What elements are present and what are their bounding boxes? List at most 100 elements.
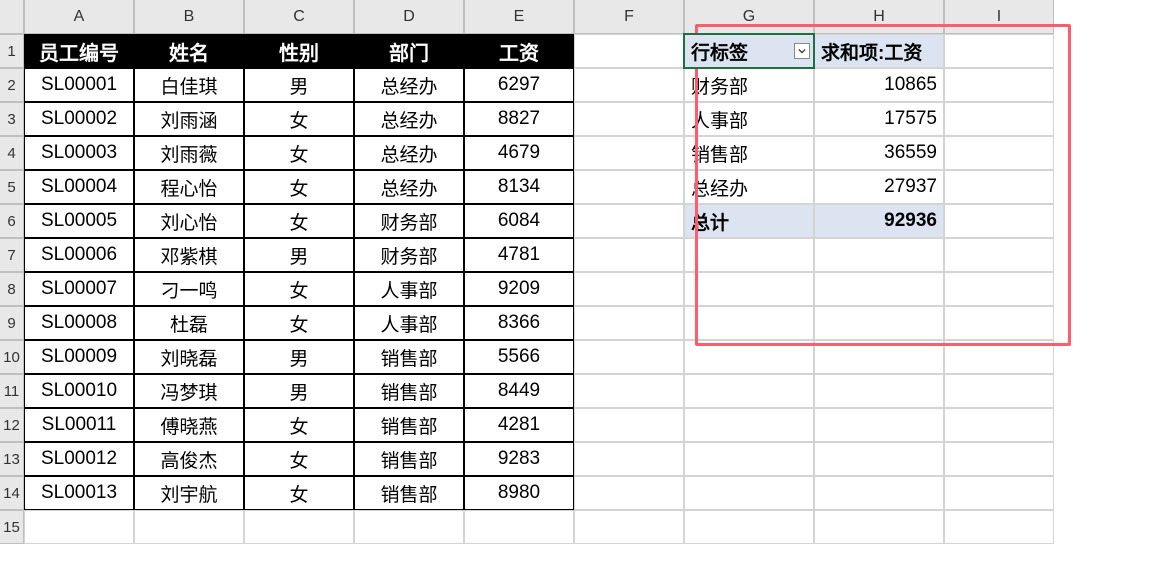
tbl-cell[interactable]: 男 (244, 374, 354, 408)
tbl-cell[interactable]: 男 (244, 238, 354, 272)
tbl-cell[interactable]: 6297 (464, 68, 574, 102)
tbl-cell[interactable]: 女 (244, 306, 354, 340)
tbl-cell[interactable]: 程心怡 (134, 170, 244, 204)
tbl-cell[interactable]: 6084 (464, 204, 574, 238)
empty-cell[interactable] (24, 510, 134, 544)
pivot-row-label-cell[interactable]: 总经办 (684, 170, 814, 204)
tbl-cell[interactable]: 销售部 (354, 476, 464, 510)
empty-cell[interactable] (814, 476, 944, 510)
empty-cell[interactable] (814, 306, 944, 340)
empty-cell[interactable] (574, 204, 684, 238)
tbl-cell[interactable]: 女 (244, 102, 354, 136)
pivot-row-label-cell[interactable]: 销售部 (684, 136, 814, 170)
empty-cell[interactable] (944, 476, 1054, 510)
empty-cell[interactable] (574, 306, 684, 340)
col-head-F[interactable]: F (574, 0, 684, 34)
empty-cell[interactable] (944, 408, 1054, 442)
tbl-cell[interactable]: 男 (244, 68, 354, 102)
tbl-cell[interactable]: 女 (244, 136, 354, 170)
col-head-B[interactable]: B (134, 0, 244, 34)
tbl-cell[interactable]: 销售部 (354, 408, 464, 442)
pivot-row-label[interactable]: 行标签 (684, 34, 814, 68)
empty-cell[interactable] (944, 68, 1054, 102)
tbl-cell[interactable]: 9209 (464, 272, 574, 306)
tbl-cell[interactable]: 总经办 (354, 102, 464, 136)
col-head-C[interactable]: C (244, 0, 354, 34)
tbl-cell[interactable]: 高俊杰 (134, 442, 244, 476)
empty-cell[interactable] (574, 374, 684, 408)
empty-cell[interactable] (684, 374, 814, 408)
tbl-cell[interactable]: 总经办 (354, 68, 464, 102)
empty-cell[interactable] (944, 442, 1054, 476)
pivot-value-label[interactable]: 求和项:工资 (814, 34, 944, 68)
pivot-row-value-cell[interactable]: 17575 (814, 102, 944, 136)
empty-cell[interactable] (814, 272, 944, 306)
row-head-13[interactable]: 13 (0, 442, 24, 476)
tbl-cell[interactable]: 刘宇航 (134, 476, 244, 510)
tbl-cell[interactable]: 总经办 (354, 136, 464, 170)
select-all-corner[interactable] (0, 0, 24, 34)
pivot-row-label-cell[interactable]: 人事部 (684, 102, 814, 136)
empty-cell[interactable] (814, 238, 944, 272)
tbl-cell[interactable]: SL00011 (24, 408, 134, 442)
tbl-cell[interactable]: 白佳琪 (134, 68, 244, 102)
tbl-cell[interactable]: 总经办 (354, 170, 464, 204)
row-head-11[interactable]: 11 (0, 374, 24, 408)
empty-cell[interactable] (944, 204, 1054, 238)
row-head-6[interactable]: 6 (0, 204, 24, 238)
empty-cell[interactable] (574, 102, 684, 136)
tbl-cell[interactable]: 8827 (464, 102, 574, 136)
tbl-cell[interactable]: 女 (244, 272, 354, 306)
tbl-cell[interactable]: 女 (244, 170, 354, 204)
tbl-header-A[interactable]: 员工编号 (24, 34, 134, 68)
col-head-G[interactable]: G (684, 0, 814, 34)
tbl-cell[interactable]: 冯梦琪 (134, 374, 244, 408)
tbl-cell[interactable]: 傅晓燕 (134, 408, 244, 442)
tbl-cell[interactable]: 刘雨涵 (134, 102, 244, 136)
tbl-cell[interactable]: SL00003 (24, 136, 134, 170)
tbl-cell[interactable]: 销售部 (354, 442, 464, 476)
row-head-14[interactable]: 14 (0, 476, 24, 510)
tbl-cell[interactable]: 4281 (464, 408, 574, 442)
tbl-cell[interactable]: 财务部 (354, 204, 464, 238)
tbl-header-E[interactable]: 工资 (464, 34, 574, 68)
empty-cell[interactable] (684, 476, 814, 510)
tbl-cell[interactable]: 财务部 (354, 238, 464, 272)
tbl-cell[interactable]: 邓紫棋 (134, 238, 244, 272)
empty-cell[interactable] (354, 510, 464, 544)
empty-cell[interactable] (574, 170, 684, 204)
empty-cell[interactable] (684, 340, 814, 374)
tbl-header-C[interactable]: 性别 (244, 34, 354, 68)
empty-cell[interactable] (944, 102, 1054, 136)
tbl-cell[interactable]: 8449 (464, 374, 574, 408)
empty-cell[interactable] (574, 272, 684, 306)
tbl-cell[interactable]: 销售部 (354, 374, 464, 408)
empty-cell[interactable] (684, 272, 814, 306)
empty-cell[interactable] (944, 510, 1054, 544)
empty-cell[interactable] (464, 510, 574, 544)
row-head-12[interactable]: 12 (0, 408, 24, 442)
empty-cell[interactable] (574, 340, 684, 374)
tbl-cell[interactable]: 男 (244, 340, 354, 374)
row-head-8[interactable]: 8 (0, 272, 24, 306)
tbl-cell[interactable]: 刘晓磊 (134, 340, 244, 374)
empty-cell[interactable] (574, 68, 684, 102)
empty-cell[interactable] (684, 442, 814, 476)
tbl-cell[interactable]: SL00010 (24, 374, 134, 408)
tbl-cell[interactable]: 女 (244, 442, 354, 476)
row-head-10[interactable]: 10 (0, 340, 24, 374)
tbl-cell[interactable]: SL00006 (24, 238, 134, 272)
empty-cell[interactable] (574, 238, 684, 272)
pivot-row-label-cell[interactable]: 财务部 (684, 68, 814, 102)
tbl-cell[interactable]: 5566 (464, 340, 574, 374)
empty-cell[interactable] (684, 238, 814, 272)
tbl-header-B[interactable]: 姓名 (134, 34, 244, 68)
tbl-cell[interactable]: 销售部 (354, 340, 464, 374)
col-head-D[interactable]: D (354, 0, 464, 34)
col-head-I[interactable]: I (944, 0, 1054, 34)
row-head-7[interactable]: 7 (0, 238, 24, 272)
tbl-cell[interactable]: 人事部 (354, 272, 464, 306)
empty-cell[interactable] (574, 476, 684, 510)
empty-cell[interactable] (814, 408, 944, 442)
pivot-filter-button[interactable] (794, 43, 810, 59)
